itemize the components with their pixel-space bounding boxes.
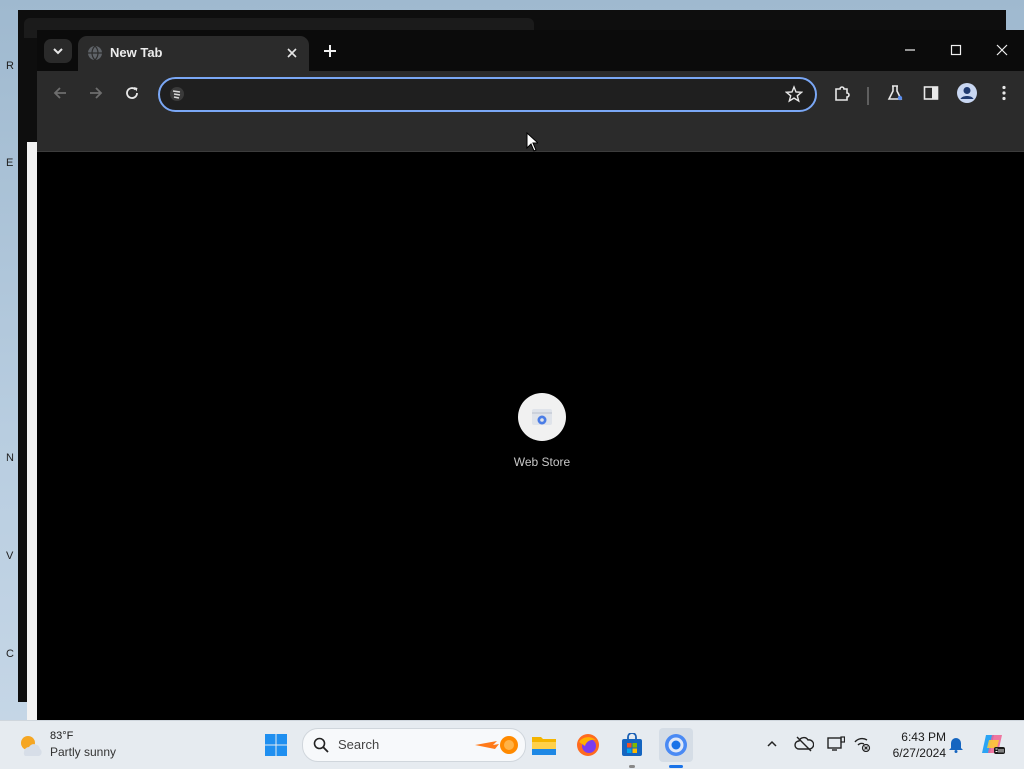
network-tray-button[interactable] [850, 731, 874, 757]
minimize-icon [905, 49, 915, 51]
desktop-icon-fragment[interactable]: C [6, 648, 14, 660]
onedrive-tray-button[interactable] [792, 731, 816, 757]
arrow-left-icon [53, 87, 66, 99]
address-input[interactable] [194, 83, 768, 107]
windows-logo-icon [265, 734, 287, 756]
side-panel-button[interactable] [916, 78, 946, 108]
weather-widget[interactable]: 83°F Partly sunny [16, 728, 136, 762]
search-placeholder: Search [338, 737, 380, 752]
side-panel-icon [923, 86, 939, 100]
shortcut-label: Web Store [513, 455, 571, 469]
maximize-icon [950, 44, 962, 56]
labs-button[interactable] [880, 78, 910, 108]
globe-icon [88, 45, 102, 61]
start-button[interactable] [259, 728, 293, 762]
extensions-button[interactable] [827, 78, 857, 108]
monitor-icon [827, 736, 845, 751]
flask-icon [887, 85, 903, 101]
shortcut-tile-web-store[interactable]: Web Store [492, 393, 592, 483]
forward-button[interactable] [81, 78, 111, 108]
microsoft-store-button[interactable] [615, 728, 649, 768]
system-clock[interactable]: 6:43 PM 6/27/2024 [880, 729, 946, 761]
cloud-offline-icon [794, 736, 814, 752]
more-vert-icon [1002, 85, 1006, 101]
store-icon [622, 733, 642, 756]
mouse-cursor-icon [526, 132, 538, 152]
profile-button[interactable] [952, 78, 982, 108]
chrome-browser-icon [665, 734, 687, 756]
copilot-button[interactable] [978, 731, 1008, 757]
firefox-icon [577, 734, 599, 756]
tab-title: New Tab [110, 45, 163, 60]
weather-description: Partly sunny [50, 745, 117, 759]
reload-icon [126, 87, 138, 99]
tab-new-tab[interactable]: New Tab [78, 36, 309, 71]
search-highlight-icon [475, 736, 518, 754]
search-icon [313, 737, 329, 753]
toolbar-divider [867, 87, 869, 105]
new-tab-button[interactable] [320, 41, 340, 61]
clock-date: 6/27/2024 [892, 746, 946, 760]
chrome-icon [170, 87, 184, 101]
desktop-icon-fragment[interactable]: V [6, 550, 13, 562]
close-window-button[interactable] [979, 35, 1024, 65]
close-tab-button[interactable] [284, 45, 300, 61]
chevron-down-icon [53, 48, 63, 55]
display-tray-button[interactable] [824, 731, 848, 757]
desktop-icon-fragment[interactable]: N [6, 452, 14, 464]
file-explorer-button[interactable] [527, 728, 561, 762]
partly-sunny-icon [21, 736, 42, 756]
bell-icon [949, 738, 963, 753]
avatar-icon [957, 83, 977, 103]
menu-button[interactable] [989, 78, 1019, 108]
chrome-button[interactable] [659, 728, 693, 768]
shortcut-icon-circle [518, 393, 566, 441]
desktop-icon-fragment[interactable]: R [6, 60, 14, 72]
address-bar[interactable] [158, 77, 817, 112]
tab-strip: New Tab [37, 30, 1024, 71]
arrow-right-icon [90, 87, 103, 99]
close-icon [996, 44, 1008, 56]
taskbar: 83°F Partly sunny Search 6:43 PM 6/27/20… [0, 720, 1024, 769]
firefox-button[interactable] [571, 728, 605, 762]
weather-temperature: 83°F [50, 730, 74, 742]
back-button[interactable] [45, 78, 75, 108]
desktop-icon-fragment[interactable]: E [6, 157, 13, 169]
close-icon [287, 48, 297, 58]
web-store-icon [532, 409, 552, 425]
new-tab-page: Web Store [37, 152, 1024, 720]
background-window-edge [27, 142, 37, 720]
minimize-button[interactable] [887, 35, 933, 65]
reload-button[interactable] [117, 78, 147, 108]
puzzle-icon [835, 86, 850, 101]
folder-icon [532, 737, 556, 755]
show-hidden-icons-button[interactable] [760, 731, 784, 757]
tab-search-button[interactable] [44, 39, 72, 63]
maximize-button[interactable] [933, 35, 979, 65]
copilot-icon [982, 735, 1005, 754]
notifications-button[interactable] [944, 731, 968, 757]
clock-time: 6:43 PM [901, 730, 946, 744]
plus-icon [324, 45, 336, 57]
star-icon[interactable] [785, 85, 803, 103]
network-disconnected-icon [854, 737, 871, 752]
chevron-up-icon [767, 740, 777, 747]
taskbar-search[interactable]: Search [302, 728, 526, 762]
